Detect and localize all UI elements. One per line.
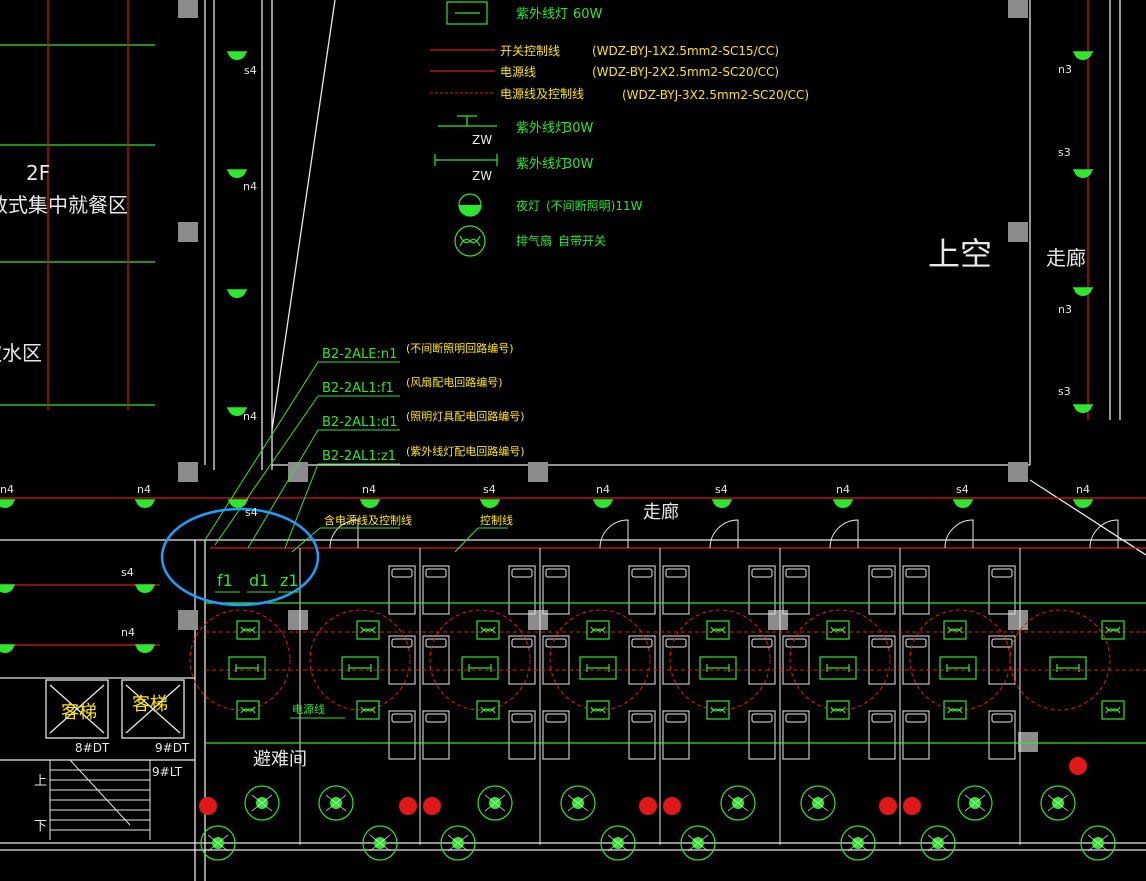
legend-spec-2: (WDZ-BYJ-1X2.5mm2-SC15/CC) <box>592 44 779 58</box>
tag-corridor-3: n4 <box>362 483 376 496</box>
elevator-1-label: 客梯 <box>61 702 97 723</box>
feeder-label-f1: f1 <box>217 571 233 590</box>
legend-spec-3: (WDZ-BYJ-2X2.5mm2-SC20/CC) <box>592 65 779 79</box>
legend: 紫外线灯 60W 开关控制线 (WDZ-BYJ-1X2.5mm2-SC15/CC… <box>430 1 809 257</box>
callout-note-f1: (风扇配电回路编号) <box>406 375 503 389</box>
tag-left-1: s4 <box>244 64 257 77</box>
tag-right-2: s3 <box>1058 146 1071 159</box>
legend-tag-5: ZW <box>472 133 492 147</box>
elevator-2-label: 客梯 <box>132 694 168 715</box>
legend-spec-7: (不间断照明)11W <box>546 198 643 213</box>
tag-side-2: n4 <box>121 626 135 639</box>
tag-lobby: s4 <box>245 506 258 519</box>
stair <box>49 759 151 840</box>
tag-corridor-4: s4 <box>483 483 496 496</box>
legend-label-6: 紫外线灯 <box>516 157 568 172</box>
elevator-2-tag: 9#DT <box>155 741 190 755</box>
legend-label-4: 电源线及控制线 <box>500 87 584 101</box>
tag-corridor-2: n4 <box>137 483 151 496</box>
night-lamp-icon <box>458 193 482 217</box>
tag-right-1: n3 <box>1058 63 1072 76</box>
tag-corridor-1: n4 <box>0 483 14 496</box>
stair-down-label: 下 <box>34 819 47 834</box>
highlight-marker: f1 d1 z1 <box>160 507 320 607</box>
legend-spec-8: 自带开关 <box>558 234 606 248</box>
void-label: 上空 <box>928 235 992 273</box>
exhaust-fan-icon <box>454 225 486 257</box>
callout-note-d1: (照明灯具配电回路编号) <box>406 409 525 423</box>
dining-area-label: 散式集中就餐区 <box>0 193 128 217</box>
callout-code-n1: B2-2ALE:n1 <box>322 347 397 362</box>
right-corridor-label: 走廊 <box>1046 246 1086 270</box>
tag-left-2: n4 <box>243 180 257 193</box>
water-area-label: 饮水区 <box>0 341 42 365</box>
legend-spec-5: 30W <box>564 121 594 136</box>
main-corridor-label: 走廊 <box>643 502 679 523</box>
floor-label: 2F <box>26 161 50 185</box>
wire-note-control: 控制线 <box>480 513 513 527</box>
tag-corridor-6: s4 <box>715 483 728 496</box>
tag-corridor-7: n4 <box>836 483 850 496</box>
tag-corridor-9: n4 <box>1076 483 1090 496</box>
legend-label-1: 紫外线灯 <box>516 7 568 22</box>
uv-lamp-ceiling-icon <box>434 154 498 166</box>
legend-spec-6: 30W <box>564 157 594 172</box>
callout-code-f1: B2-2AL1:f1 <box>322 381 394 396</box>
callout-code-z1: B2-2AL1:z1 <box>322 449 396 464</box>
corridor-lamps <box>0 51 1094 654</box>
legend-label-8: 排气扇 <box>516 233 552 248</box>
tag-corridor-5: n4 <box>596 483 610 496</box>
legend-tag-6: ZW <box>472 169 492 183</box>
feeder-label-d1: d1 <box>249 571 269 590</box>
tag-left-3: n4 <box>243 410 257 423</box>
legend-spec-4: (WDZ-BYJ-3X2.5mm2-SC20/CC) <box>622 88 809 102</box>
callout-code-d1: B2-2AL1:d1 <box>322 415 397 430</box>
bedroom-block <box>189 519 1146 861</box>
stair-up-label: 上 <box>34 774 47 789</box>
tag-right-4: s3 <box>1058 385 1071 398</box>
elevator-3-tag: 9#LT <box>152 765 183 779</box>
legend-label-7: 夜灯 <box>516 198 540 213</box>
legend-spec-1: 60W <box>573 7 603 22</box>
tag-corridor-8: s4 <box>956 483 969 496</box>
legend-label-3: 电源线 <box>500 65 536 79</box>
feeder-label-z1: z1 <box>280 571 299 590</box>
uv-lamp-box-icon <box>446 1 488 25</box>
uv-lamp-wall-icon <box>438 115 497 127</box>
tag-right-3: n3 <box>1058 303 1072 316</box>
callout-note-z1: (紫外线灯配电回路编号) <box>406 444 525 458</box>
highlight-ellipse <box>160 507 320 607</box>
elevator-1-tag: 8#DT <box>75 741 110 755</box>
legend-label-2: 开关控制线 <box>500 44 560 58</box>
wire-note-power: 电源线 <box>292 702 325 716</box>
legend-label-5: 紫外线灯 <box>516 121 568 136</box>
circuit-callouts: B2-2ALE:n1 (不间断照明回路编号) B2-2AL1:f1 (风扇配电回… <box>204 341 525 719</box>
callout-note-n1: (不间断照明回路编号) <box>406 341 514 355</box>
cad-drawing: 紫外线灯 60W 开关控制线 (WDZ-BYJ-1X2.5mm2-SC15/CC… <box>0 0 1146 881</box>
refuge-room-label: 避难间 <box>253 749 307 770</box>
tag-side-1: s4 <box>121 566 134 579</box>
wire-note-power-control: 含电源线及控制线 <box>324 513 412 527</box>
